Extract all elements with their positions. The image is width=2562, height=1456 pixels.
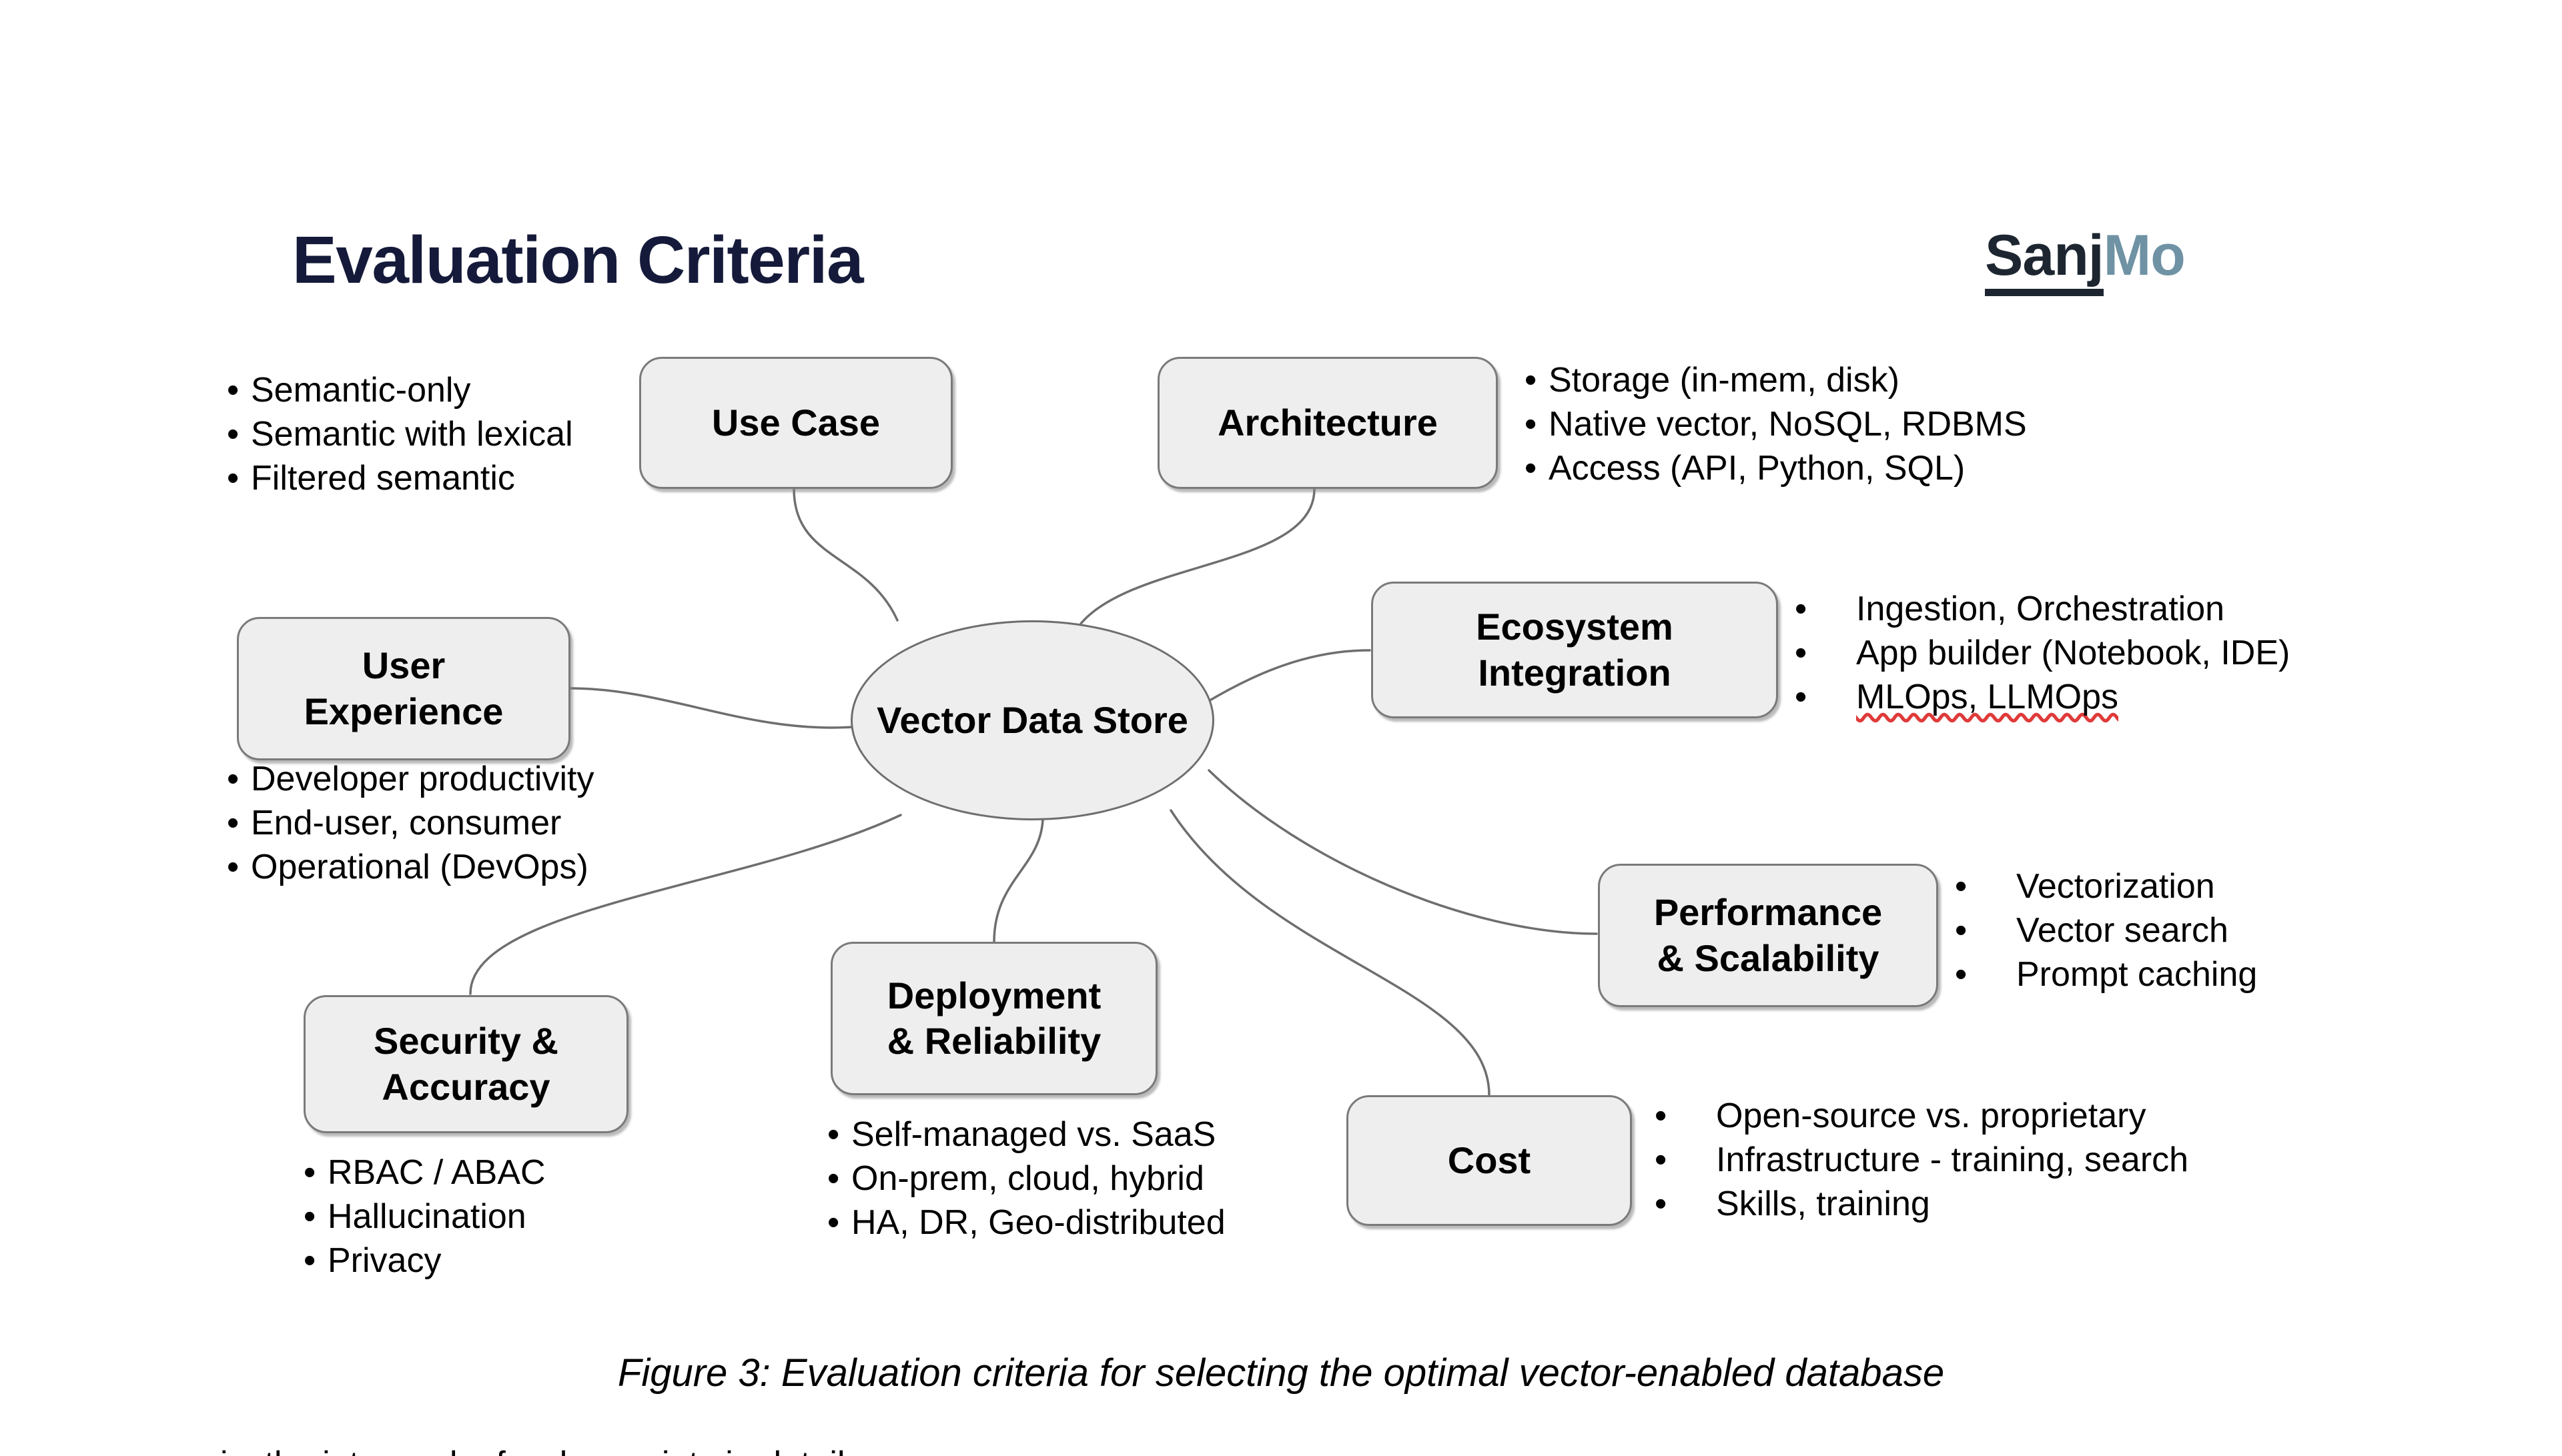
list-item: Native vector, NoSQL, RDBMS <box>1525 402 2027 446</box>
list-item: Developer productivity <box>227 757 594 801</box>
bullet-icon <box>1655 1138 1716 1182</box>
edge-ecosystem <box>1203 649 1371 705</box>
list-item: End-user, consumer <box>227 801 594 845</box>
list-performance-scalability: Vectorization Vector search Prompt cachi… <box>1955 864 2257 996</box>
node-user-experience[interactable]: User Experience <box>237 617 570 760</box>
node-architecture-label: Architecture <box>1218 401 1438 444</box>
bullet-icon <box>227 845 251 889</box>
node-performance-line1: Performance <box>1653 891 1883 934</box>
cut-off-body-text: is, the intro and a few key points in de… <box>220 1444 1088 1456</box>
list-item: Skills, training <box>1655 1182 2188 1226</box>
bullet-icon <box>1955 908 2016 952</box>
bullet-icon <box>227 456 251 500</box>
edge-architecture <box>1080 488 1316 625</box>
list-item: Filtered semantic <box>227 456 573 500</box>
bullet-icon <box>1525 402 1549 446</box>
node-user-experience-line2: Experience <box>304 690 504 732</box>
list-security-accuracy: RBAC / ABAC Hallucination Privacy <box>304 1151 546 1283</box>
bullet-icon <box>227 757 251 801</box>
node-architecture[interactable]: Architecture <box>1158 357 1498 489</box>
node-deployment-reliability[interactable]: Deployment & Reliability <box>831 942 1158 1095</box>
list-item: Prompt caching <box>1955 952 2257 996</box>
list-item: Hallucination <box>304 1195 546 1239</box>
list-item: Privacy <box>304 1239 546 1283</box>
sanjmo-logo: SanjMo <box>1985 223 2186 296</box>
bullet-icon <box>827 1201 851 1245</box>
list-item: Semantic-only <box>227 368 573 412</box>
list-architecture: Storage (in-mem, disk) Native vector, No… <box>1525 358 2027 490</box>
list-item: Self-managed vs. SaaS <box>827 1113 1226 1157</box>
bullet-icon <box>1795 675 1856 719</box>
list-use-case: Semantic-only Semantic with lexical Filt… <box>227 368 573 500</box>
edge-deployment <box>993 818 1044 943</box>
edge-cost <box>1170 809 1490 1097</box>
bullet-icon <box>1525 358 1549 402</box>
bullet-icon <box>1655 1182 1716 1226</box>
bullet-icon <box>304 1195 328 1239</box>
logo-word-sanj: Sanj <box>1985 223 2104 296</box>
node-use-case-label: Use Case <box>711 401 881 444</box>
list-item: On-prem, cloud, hybrid <box>827 1157 1226 1201</box>
bullet-icon <box>304 1151 328 1195</box>
edge-performance <box>1208 769 1598 935</box>
bullet-icon <box>227 412 251 456</box>
node-security-line1: Security & <box>374 1020 558 1062</box>
list-item: Infrastructure - training, search <box>1655 1138 2188 1182</box>
list-cost: Open-source vs. proprietary Infrastructu… <box>1655 1094 2188 1226</box>
bullet-icon <box>827 1113 851 1157</box>
node-deployment-line2: & Reliability <box>887 1020 1102 1062</box>
node-use-case[interactable]: Use Case <box>639 357 953 489</box>
bullet-icon <box>304 1239 328 1283</box>
list-item: HA, DR, Geo-distributed <box>827 1201 1226 1245</box>
list-item: Vector search <box>1955 908 2257 952</box>
bullet-icon <box>1955 864 2016 908</box>
node-ecosystem-line2: Integration <box>1478 651 1671 694</box>
bullet-icon <box>227 801 251 845</box>
list-item: Semantic with lexical <box>227 412 573 456</box>
center-node-line2: Data Store <box>1001 698 1188 741</box>
list-item: Storage (in-mem, disk) <box>1525 358 2027 402</box>
page-title: Evaluation Criteria <box>292 223 864 297</box>
node-ecosystem-line1: Ecosystem <box>1476 606 1673 648</box>
bullet-icon <box>1955 952 2016 996</box>
edge-use-case <box>793 488 899 622</box>
list-item: App builder (Notebook, IDE) <box>1795 631 2290 675</box>
node-performance-scalability[interactable]: Performance & Scalability <box>1598 864 1938 1007</box>
list-item: MLOps, LLMOps <box>1795 675 2290 719</box>
node-cost[interactable]: Cost <box>1346 1095 1632 1226</box>
edge-user-experience <box>569 687 854 729</box>
node-security-line2: Accuracy <box>382 1065 550 1108</box>
bullet-icon <box>827 1157 851 1201</box>
list-item: Access (API, Python, SQL) <box>1525 446 2027 490</box>
figure-caption: Figure 3: Evaluation criteria for select… <box>617 1351 1945 1395</box>
bullet-icon <box>1795 631 1856 675</box>
spellcheck-word: MLOps, LLMOps <box>1856 678 2119 717</box>
node-ecosystem-integration[interactable]: Ecosystem Integration <box>1371 582 1778 718</box>
list-deployment-reliability: Self-managed vs. SaaS On-prem, cloud, hy… <box>827 1113 1226 1245</box>
node-cost-label: Cost <box>1447 1139 1531 1181</box>
bullet-icon <box>1795 587 1856 631</box>
list-item: Ingestion, Orchestration <box>1795 587 2290 631</box>
list-item: RBAC / ABAC <box>304 1151 546 1195</box>
bullet-icon <box>1655 1094 1716 1138</box>
list-item: Operational (DevOps) <box>227 845 594 889</box>
list-ecosystem-integration: Ingestion, Orchestration App builder (No… <box>1795 587 2290 719</box>
node-user-experience-line1: User <box>362 644 446 687</box>
list-item: Open-source vs. proprietary <box>1655 1094 2188 1138</box>
node-security-accuracy[interactable]: Security & Accuracy <box>304 995 628 1133</box>
figure-canvas: Evaluation Criteria SanjMo Vector Data S… <box>0 0 2562 1456</box>
logo-word-mo: Mo <box>2103 223 2186 287</box>
center-node-line1: Vector <box>877 698 991 741</box>
node-deployment-line1: Deployment <box>887 974 1102 1016</box>
node-performance-line2: & Scalability <box>1657 936 1879 979</box>
bullet-icon <box>1525 446 1549 490</box>
list-item: Vectorization <box>1955 864 2257 908</box>
center-node-vector-data-store[interactable]: Vector Data Store <box>851 620 1214 820</box>
list-user-experience: Developer productivity End-user, consume… <box>227 757 594 889</box>
bullet-icon <box>227 368 251 412</box>
